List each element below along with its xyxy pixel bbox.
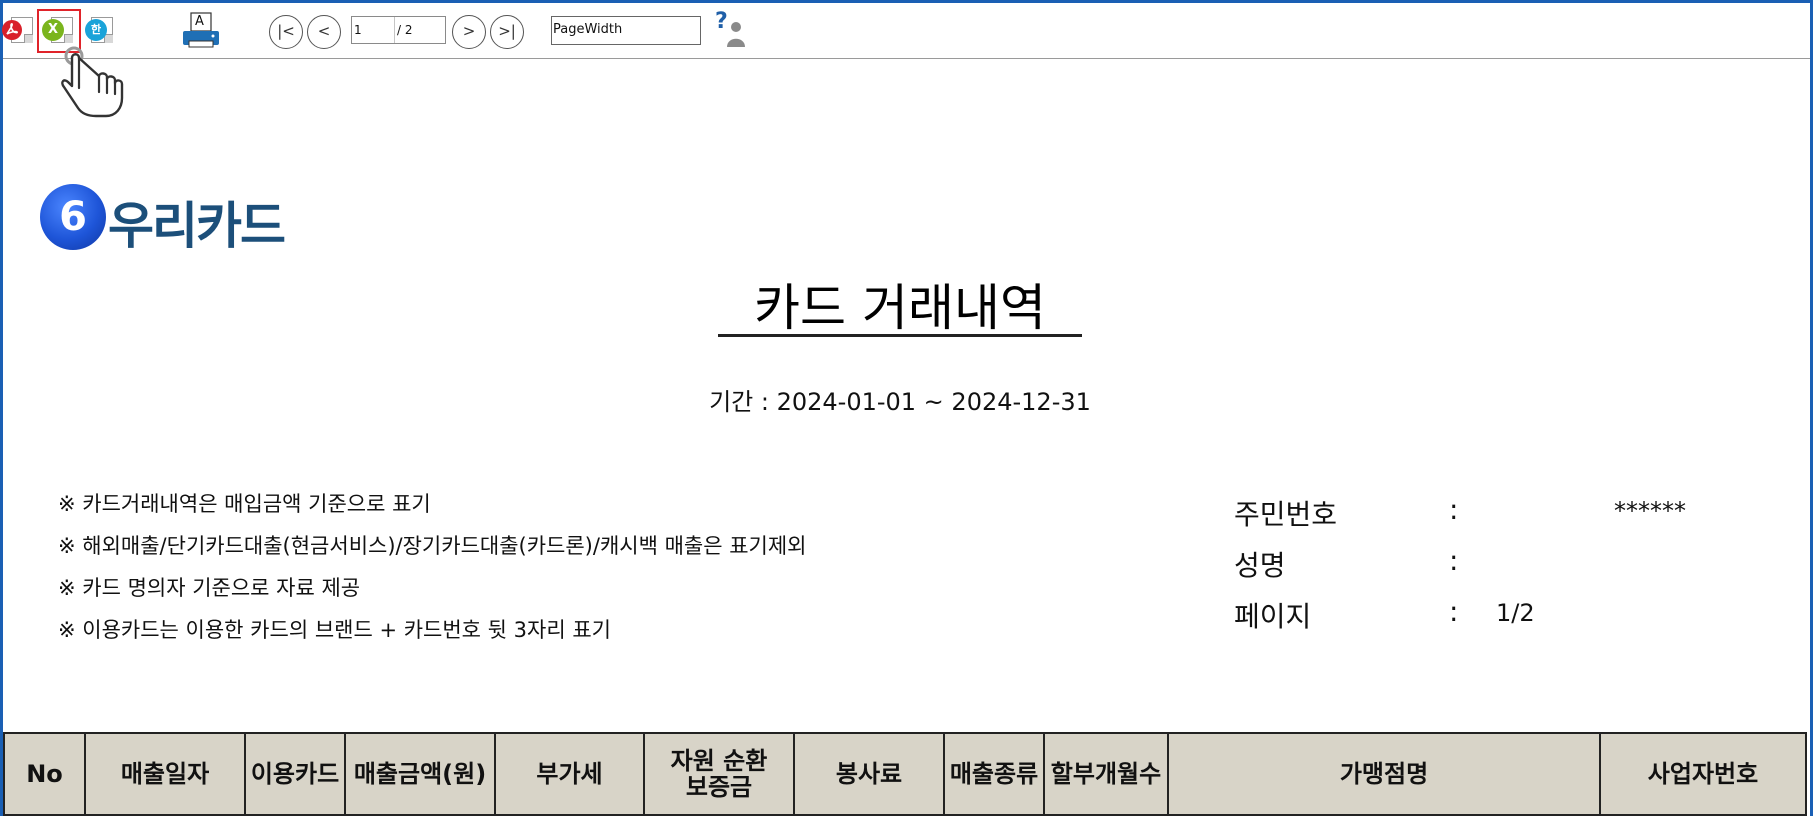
note-item: ※ 이용카드는 이용한 카드의 브랜드 + 카드번호 뒷 3자리 표기 bbox=[58, 618, 611, 642]
current-page-input[interactable]: 1 bbox=[354, 23, 394, 37]
pdf-export-button[interactable] bbox=[2, 15, 35, 45]
column-header-service-charge: 봉사료 bbox=[795, 734, 945, 814]
info-colon: : bbox=[1449, 493, 1459, 526]
hwp-export-button[interactable]: 한 bbox=[85, 13, 117, 47]
report-title: 카드 거래내역 bbox=[754, 279, 1046, 337]
report-period: 기간 : 2024-01-01 ~ 2024-12-31 bbox=[709, 388, 1091, 416]
report-viewer-toolbar: X 한 A |< < 1 / 2 > >| PageWidth ? bbox=[2, 3, 1810, 59]
column-header-card-used: 이용카드 bbox=[246, 734, 346, 814]
column-header-vat: 부가세 bbox=[496, 734, 645, 814]
column-header-sale-date: 매출일자 bbox=[86, 734, 246, 814]
column-header-sale-amount: 매출금액(원) bbox=[346, 734, 496, 814]
note-item: ※ 해외매출/단기카드대출(현금서비스)/장기카드대출(카드론)/캐시백 매출은… bbox=[58, 534, 807, 558]
first-page-button[interactable]: |< bbox=[269, 15, 303, 49]
column-header-merchant-name: 가맹점명 bbox=[1169, 734, 1601, 814]
info-value: 1/2 bbox=[1496, 599, 1535, 627]
user-help-icon bbox=[727, 22, 745, 47]
info-label: 페이지 bbox=[1234, 600, 1312, 633]
hand-cursor-icon bbox=[61, 46, 124, 118]
column-header-recycling-deposit: 자원 순환 보증금 bbox=[645, 734, 795, 814]
print-icon-letter: A bbox=[195, 14, 204, 29]
info-label: 주민번호 bbox=[1234, 498, 1338, 531]
info-colon: : bbox=[1449, 544, 1459, 577]
next-page-button[interactable]: > bbox=[452, 15, 486, 49]
column-header-no: No bbox=[5, 734, 86, 814]
info-colon: : bbox=[1449, 595, 1459, 628]
page-number-field[interactable]: 1 / 2 bbox=[351, 16, 446, 44]
column-header-sale-type: 매출종류 bbox=[945, 734, 1045, 814]
print-button[interactable]: A bbox=[181, 11, 221, 51]
transaction-table-header: No 매출일자 이용카드 매출금액(원) 부가세 자원 순환 보증금 봉사료 매… bbox=[3, 732, 1807, 816]
note-item: ※ 카드거래내역은 매입금액 기준으로 표기 bbox=[58, 492, 431, 516]
column-header-installment-months: 할부개월수 bbox=[1045, 734, 1169, 814]
hwp-icon: 한 bbox=[85, 19, 107, 41]
info-value: ****** bbox=[1614, 497, 1686, 525]
zoom-select[interactable]: PageWidth bbox=[551, 16, 701, 45]
total-pages-text: / 2 bbox=[397, 23, 413, 37]
title-underline bbox=[718, 334, 1082, 337]
report-notes: ※ 카드거래내역은 매입금액 기준으로 표기 ※ 해외매출/단기카드대출(현금서… bbox=[58, 488, 807, 656]
column-header-business-number: 사업자번호 bbox=[1647, 760, 1759, 788]
step-badge: 6 bbox=[40, 184, 106, 250]
note-item: ※ 카드 명의자 기준으로 자료 제공 bbox=[58, 576, 361, 600]
prev-page-button[interactable]: < bbox=[307, 15, 341, 49]
last-page-button[interactable]: >| bbox=[490, 15, 524, 49]
help-button[interactable]: ? bbox=[713, 9, 749, 49]
pdf-icon bbox=[2, 20, 22, 40]
page-field-divider bbox=[394, 17, 395, 43]
info-label: 성명 bbox=[1234, 549, 1286, 582]
brand-name: 우리카드 bbox=[108, 197, 286, 255]
